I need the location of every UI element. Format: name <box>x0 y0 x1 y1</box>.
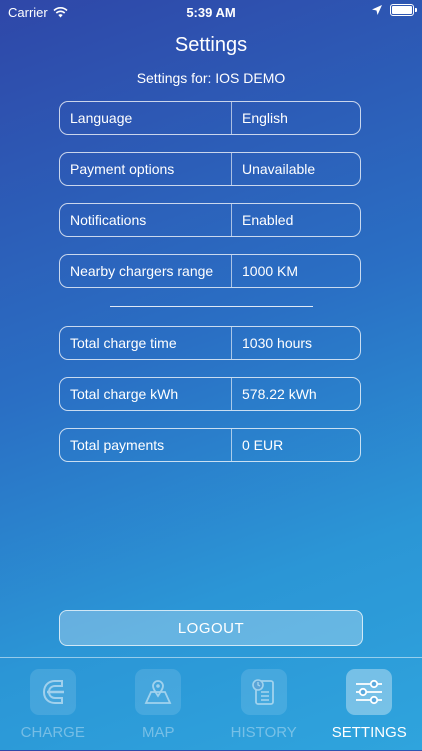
page-title: Settings <box>0 34 422 57</box>
charge-icon <box>30 669 76 715</box>
setting-label: Payment options <box>60 153 232 185</box>
stat-row-payments: Total payments 0 EUR <box>59 428 361 462</box>
settings-sliders-icon <box>346 669 392 715</box>
setting-label: Language <box>60 102 232 134</box>
tab-label: SETTINGS <box>317 724 422 741</box>
setting-value: 1000 KM <box>232 263 298 279</box>
stat-value: 1030 hours <box>232 335 312 351</box>
tab-map[interactable]: MAP <box>106 658 212 751</box>
history-icon <box>241 669 287 715</box>
setting-label: Notifications <box>60 204 232 236</box>
setting-label: Nearby chargers range <box>60 255 232 287</box>
setting-row-nearby-range[interactable]: Nearby chargers range 1000 KM <box>59 254 361 288</box>
location-arrow-icon <box>372 5 382 15</box>
setting-value: Unavailable <box>232 161 315 177</box>
tab-label: CHARGE <box>0 724 106 741</box>
setting-row-payment-options[interactable]: Payment options Unavailable <box>59 152 361 186</box>
stat-row-charge-kwh: Total charge kWh 578.22 kWh <box>59 377 361 411</box>
section-divider <box>110 306 313 307</box>
stat-value: 578.22 kWh <box>232 386 317 402</box>
status-bar: Carrier 5:39 AM <box>0 0 422 24</box>
tab-label: MAP <box>106 724 212 741</box>
page-subtitle: Settings for: IOS DEMO <box>0 70 422 86</box>
tab-bar: CHARGE MAP HISTORY <box>0 657 422 751</box>
clock: 5:39 AM <box>0 5 422 20</box>
tab-label: HISTORY <box>211 724 317 741</box>
stat-value: 0 EUR <box>232 437 283 453</box>
setting-value: Enabled <box>232 212 293 228</box>
stat-label: Total charge time <box>60 327 232 359</box>
setting-value: English <box>232 110 288 126</box>
logout-button[interactable]: LOGOUT <box>59 610 363 646</box>
battery-icon <box>390 4 414 16</box>
tab-settings[interactable]: SETTINGS <box>317 658 422 751</box>
tab-history[interactable]: HISTORY <box>211 658 317 751</box>
stat-row-charge-time: Total charge time 1030 hours <box>59 326 361 360</box>
tab-charge[interactable]: CHARGE <box>0 658 106 751</box>
stat-label: Total payments <box>60 429 232 461</box>
status-right <box>372 4 414 16</box>
stat-label: Total charge kWh <box>60 378 232 410</box>
setting-row-language[interactable]: Language English <box>59 101 361 135</box>
setting-row-notifications[interactable]: Notifications Enabled <box>59 203 361 237</box>
map-icon <box>135 669 181 715</box>
